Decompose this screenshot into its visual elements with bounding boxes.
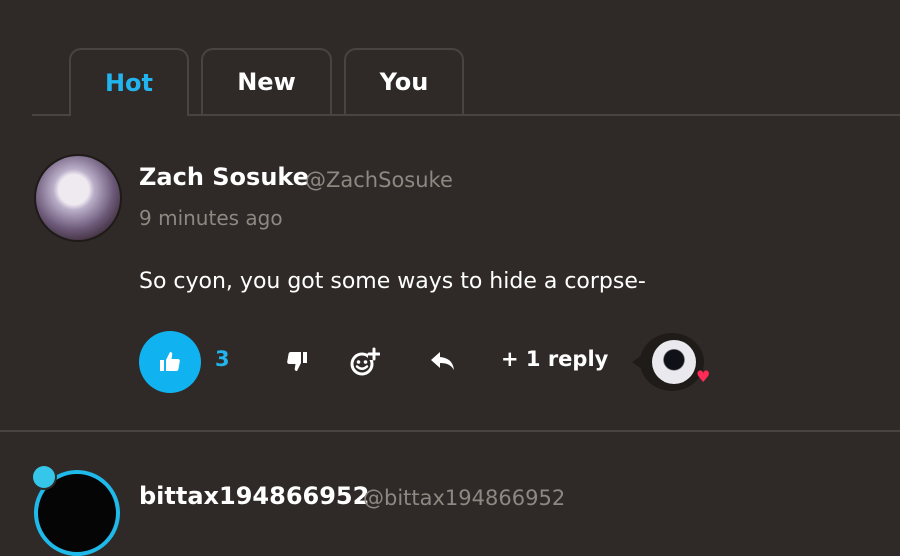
comment-body: So cyon, you got some ways to hide a cor… (139, 269, 646, 294)
add-emoji-icon (350, 347, 380, 376)
comment-timestamp: 9 minutes ago (139, 206, 283, 230)
avatar-badge-icon (33, 466, 55, 488)
dislike-button[interactable] (280, 344, 314, 378)
reply-button[interactable] (425, 344, 461, 378)
view-replies-button[interactable]: + 1 reply (501, 347, 608, 371)
heart-icon: ♥ (696, 367, 711, 386)
reply-arrow-icon (431, 352, 454, 370)
tab-you[interactable]: You (344, 48, 464, 114)
tab-new[interactable]: New (201, 48, 332, 114)
thumbs-up-icon (160, 352, 180, 371)
feed-tabs: Hot New You (32, 48, 900, 116)
author-name[interactable]: Zach Sosuke (139, 163, 309, 191)
thumbs-down-icon (287, 352, 307, 371)
like-count: 3 (215, 347, 230, 371)
comment-divider (0, 430, 900, 432)
reaction-summary[interactable]: ♥ (632, 333, 722, 391)
add-reaction-button[interactable] (346, 344, 382, 380)
reactor-avatar (652, 340, 696, 384)
like-button[interactable] (139, 331, 201, 393)
author-avatar[interactable] (36, 156, 120, 240)
tab-hot[interactable]: Hot (69, 48, 189, 116)
author-handle[interactable]: @ZachSosuke (305, 168, 453, 192)
next-author-handle[interactable]: @bittax194866952 (363, 486, 565, 510)
